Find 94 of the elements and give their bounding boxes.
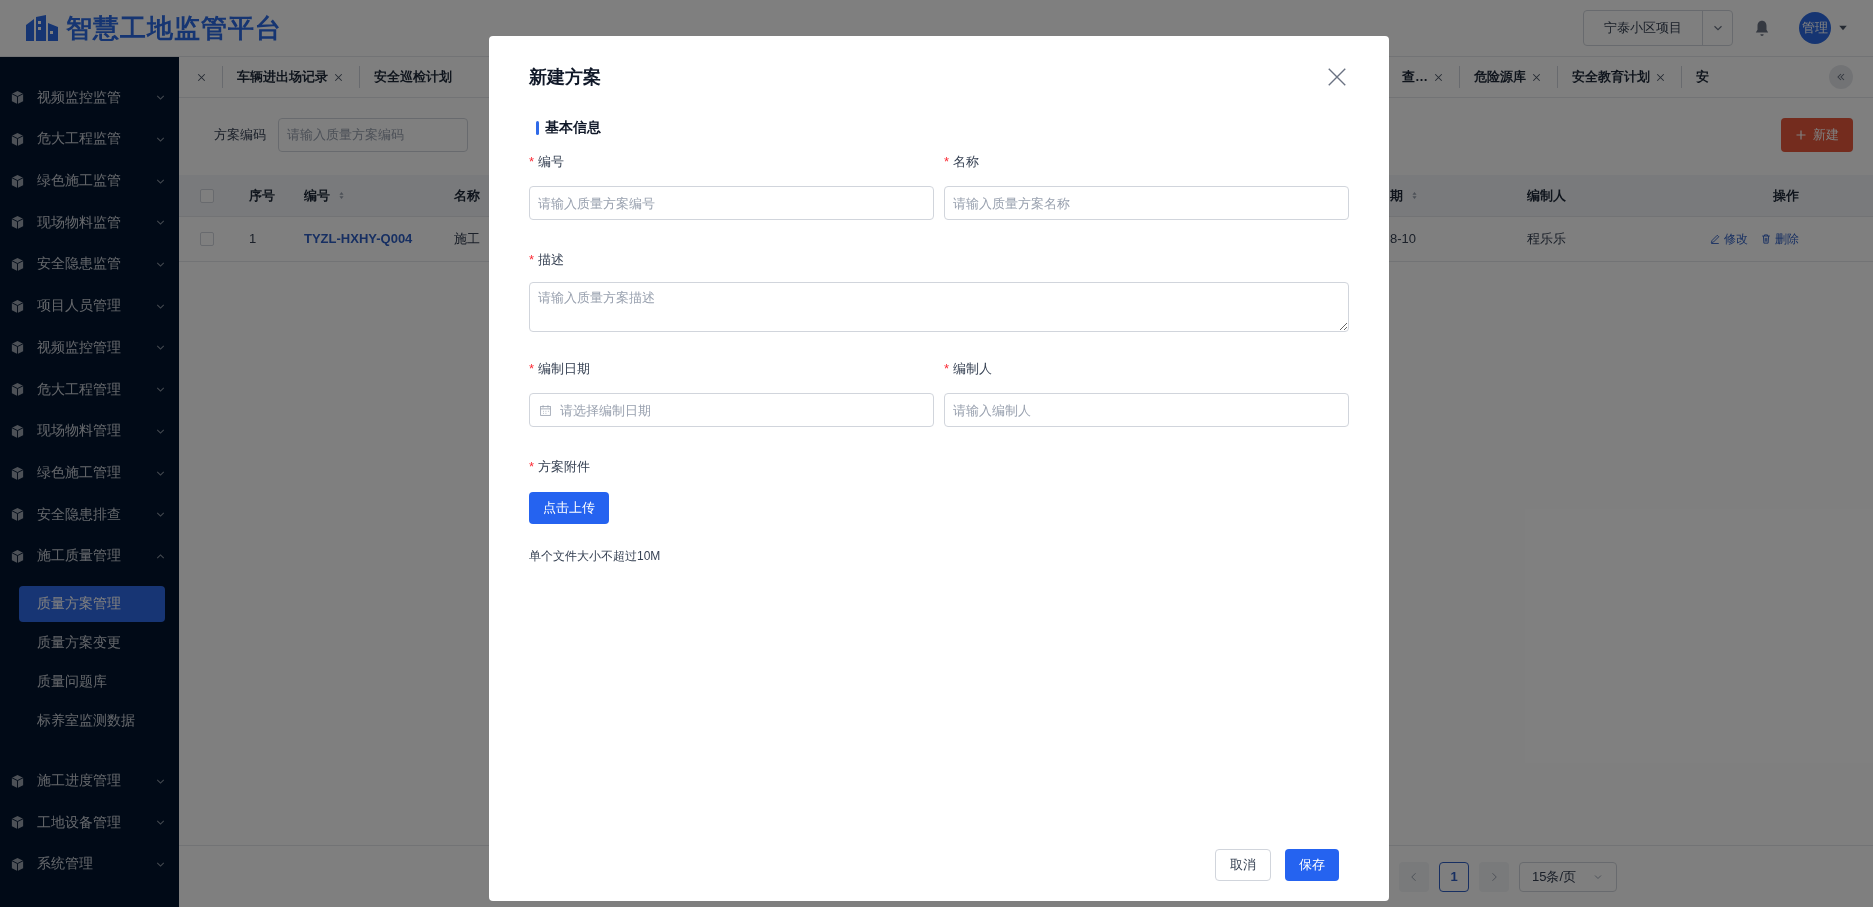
date-field[interactable]: 请选择编制日期 [529, 393, 934, 427]
sidebar-item[interactable]: 工地设备管理 [0, 801, 179, 844]
table-cell-text: 程乐乐 [1527, 230, 1566, 249]
sidebar-subitem[interactable]: 质量方案管理 [19, 586, 165, 623]
action-link[interactable]: 删除 [1760, 230, 1799, 248]
input-field[interactable]: 请输入质量方案编号 [529, 186, 934, 220]
cube-icon [10, 815, 25, 831]
double-chevron-icon [1835, 71, 1847, 83]
calendar-icon [539, 404, 552, 417]
save-button[interactable]: 保存 [1285, 849, 1339, 881]
column-header: 编号 [304, 186, 330, 205]
page-tab[interactable]: 安 [1682, 66, 1723, 88]
cube-icon [10, 132, 25, 148]
sidebar-item[interactable]: 安全隐患监管 [0, 243, 179, 286]
bell-icon [1753, 19, 1771, 37]
required-mark: * [529, 153, 535, 172]
project-select[interactable]: 宁泰小区项目 [1583, 10, 1733, 46]
sidebar-item[interactable]: 视频监控管理 [0, 327, 179, 369]
table-cell-text: 8-10 [1390, 230, 1417, 249]
pencil-icon [1709, 233, 1721, 245]
sidebar-item[interactable]: 危大工程管理 [0, 368, 179, 411]
next-page-button[interactable] [1479, 861, 1509, 892]
section-title: 基本信息 [545, 118, 601, 137]
collapse-button[interactable] [1829, 65, 1853, 89]
trash-icon [1760, 233, 1772, 245]
column-header: 序号 [249, 186, 275, 205]
sidebar-item[interactable]: 施工进度管理 [0, 760, 179, 802]
field-label: 方案附件 [538, 458, 591, 477]
sidebar-item[interactable]: 现场物料监管 [0, 202, 179, 244]
cube-icon [10, 773, 25, 789]
sidebar-item[interactable]: 危大工程监管 [0, 118, 179, 161]
building-logo-icon [24, 13, 60, 43]
cube-icon [10, 382, 25, 398]
table-cell-text: 1 [249, 230, 257, 249]
sidebar-subitem[interactable]: 质量方案变更 [19, 625, 165, 662]
cube-icon [10, 340, 25, 356]
sidebar-item[interactable]: 视频监控监管 [0, 77, 179, 119]
input-field[interactable]: 请输入编制人 [944, 393, 1349, 427]
field-label: 编制日期 [538, 360, 591, 379]
section-marker [536, 121, 539, 135]
cube-icon [10, 90, 25, 106]
required-mark: * [529, 251, 535, 270]
sidebar-item[interactable]: 施工质量管理 [0, 535, 179, 578]
sidebar-item[interactable]: 安全隐患排查 [0, 493, 179, 536]
page-tab[interactable]: 安全巡检计划 [360, 66, 466, 88]
field-label: 描述 [538, 251, 565, 270]
cancel-button[interactable]: 取消 [1215, 849, 1271, 881]
table-cell-text: 施工 [454, 230, 480, 249]
cube-icon [10, 215, 25, 231]
sidebar-subitem[interactable]: 质量问题库 [19, 664, 165, 701]
action-link[interactable]: 修改 [1709, 230, 1748, 248]
column-header: 名称 [454, 186, 480, 205]
cube-icon [10, 465, 25, 481]
sidebar-item[interactable]: 绿色施工管理 [0, 452, 179, 494]
dialog-title: 新建方案 [529, 65, 601, 89]
new-button[interactable]: 新建 [1781, 117, 1853, 152]
cube-icon [10, 173, 25, 189]
sidebar-item[interactable]: 项目人员管理 [0, 285, 179, 328]
page-tab[interactable]: 安全教育计划 [1558, 66, 1682, 88]
cube-icon [10, 856, 25, 872]
cube-icon [10, 548, 25, 564]
app-title: 智慧工地监管平台 [66, 11, 282, 45]
column-header: 期 [1390, 186, 1403, 205]
page-tab[interactable]: 危险源库 [1460, 66, 1558, 88]
column-header: 操作 [1773, 186, 1799, 205]
sidebar-item[interactable]: 系统管理 [0, 843, 179, 886]
input-field[interactable]: 请输入质量方案名称 [944, 186, 1349, 220]
sidebar-subitem[interactable]: 标养室监测数据 [19, 703, 165, 740]
page-tab[interactable]: 车辆进出场记录 [223, 66, 360, 88]
required-mark: * [944, 153, 950, 172]
cube-icon [10, 298, 25, 314]
field-label: 方案编码 [214, 125, 266, 144]
page-size-select[interactable]: 15条/页 [1519, 861, 1617, 892]
upload-button[interactable]: 点击上传 [529, 492, 609, 524]
close-icon [1326, 66, 1348, 88]
previous-page-button[interactable] [1399, 861, 1429, 892]
field-label: 编号 [538, 153, 565, 172]
code-link[interactable]: TYZL-HXHY-Q004 [304, 229, 413, 249]
plus-icon [1795, 128, 1807, 141]
user-avatar[interactable]: 管理 [1799, 12, 1831, 44]
required-mark: * [944, 360, 950, 379]
cube-icon [10, 423, 25, 439]
required-mark: * [529, 458, 535, 477]
page-button[interactable]: 1 [1439, 861, 1469, 892]
sidebar-item[interactable]: 现场物料管理 [0, 410, 179, 453]
field-label: 编制人 [953, 360, 993, 379]
text-area[interactable]: 请输入质量方案描述 [529, 282, 1349, 332]
field-label: 名称 [953, 153, 980, 172]
cube-icon [10, 507, 25, 523]
upload-hint: 单个文件大小不超过10M [529, 548, 662, 565]
sidebar-item[interactable]: 绿色施工监管 [0, 160, 179, 203]
cube-icon [10, 257, 25, 273]
required-mark: * [529, 360, 535, 379]
column-header: 编制人 [1527, 186, 1566, 205]
